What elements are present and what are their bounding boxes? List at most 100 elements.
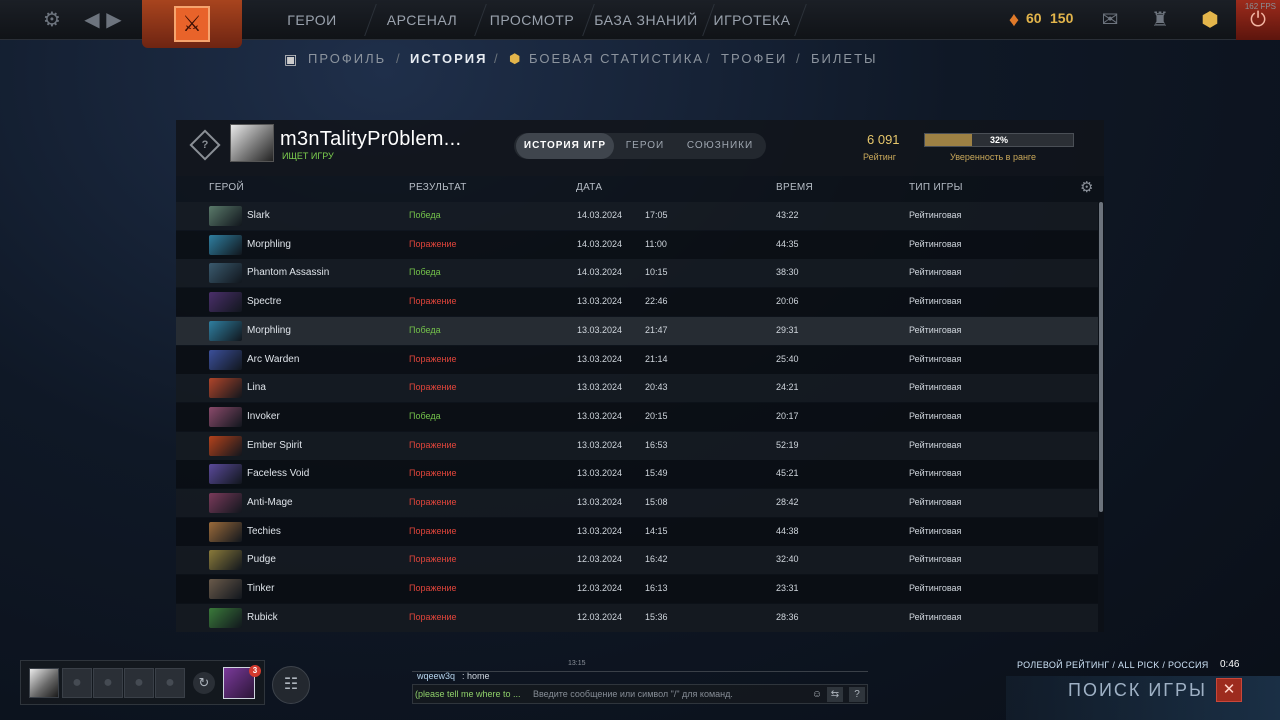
subnav-trophies[interactable]: ТРОФЕИ: [721, 50, 787, 68]
column-hero[interactable]: ГЕРОЙ: [209, 182, 244, 193]
match-duration: 38:30: [776, 267, 799, 278]
chat-username[interactable]: wqeew3q: [417, 671, 455, 681]
table-row[interactable]: Morphling Победа 13.03.2024 21:47 29:31 Рейти…: [176, 316, 1098, 345]
column-game-type[interactable]: ТИП ИГРЫ: [909, 182, 963, 193]
subnav-separator: /: [494, 51, 498, 66]
back-arrow-icon[interactable]: ◀: [80, 8, 104, 32]
match-type: Рейтинговая: [909, 210, 962, 220]
hero-portrait-icon: [209, 378, 242, 399]
match-result: Победа: [409, 324, 441, 335]
party-slot-self[interactable]: [29, 668, 59, 698]
scrollbar[interactable]: [1099, 202, 1103, 512]
hero-name: Pudge: [247, 554, 276, 566]
tab-allies[interactable]: СОЮЗНИКИ: [676, 133, 764, 159]
chat-help-button[interactable]: ?: [849, 687, 865, 702]
column-result[interactable]: РЕЗУЛЬТАТ: [409, 182, 467, 193]
dota-plus-shard-icon: ♦: [1008, 9, 1020, 31]
match-result: Поражение: [409, 554, 457, 565]
tab-heroes[interactable]: ГЕРОИ: [616, 133, 674, 159]
person-icon: ●: [165, 674, 175, 691]
match-date: 14.03.2024: [577, 267, 623, 278]
nav-heroes[interactable]: ГЕРОИ: [262, 0, 362, 40]
match-type: Рейтинговая: [909, 324, 962, 335]
cancel-search-button[interactable]: ✕: [1216, 678, 1242, 702]
confidence-label: Уверенность в ранге: [950, 152, 1037, 162]
notification-badge: 3: [249, 665, 261, 677]
match-start-time: 16:53: [645, 439, 668, 450]
match-result: Поражение: [409, 468, 457, 479]
match-duration: 45:21: [776, 468, 799, 479]
match-date: 13.03.2024: [577, 324, 623, 335]
hero-portrait-icon: [209, 550, 242, 571]
match-duration: 28:42: [776, 497, 799, 507]
table-row[interactable]: Techies Поражение 13.03.2024 14:15 44:38 Рейт…: [176, 517, 1098, 546]
party-bar: ● ● ● ● ↻ 3: [20, 660, 265, 705]
top-bar: ⚙ ◀ ▶ ⚔ ГЕРОИ АРСЕНАЛ ПРОСМОТР БАЗА ЗНАН…: [0, 0, 1280, 48]
party-slot-empty[interactable]: ●: [124, 668, 154, 698]
hero-portrait-icon: [209, 406, 242, 427]
emoji-icon[interactable]: ☺: [809, 687, 825, 702]
party-slot-empty[interactable]: ●: [93, 668, 123, 698]
match-result: Победа: [409, 410, 441, 421]
dota-plus-small-icon: ⬢: [509, 51, 521, 66]
table-row[interactable]: Tinker Поражение 12.03.2024 16:13 23:31 Рейти…: [176, 575, 1098, 604]
table-settings-gear-icon[interactable]: ⚙: [1080, 178, 1093, 196]
dota-plus-icon[interactable]: ⬢: [1198, 8, 1222, 32]
chat-channel-prefix[interactable]: (please tell me where to ...: [415, 689, 521, 699]
party-slot-empty[interactable]: ●: [155, 668, 185, 698]
avatar[interactable]: [230, 124, 274, 162]
subnav-profile[interactable]: ПРОФИЛЬ: [308, 50, 386, 68]
hero-portrait-icon: [209, 607, 242, 628]
armory-icon[interactable]: ♜: [1148, 8, 1172, 32]
column-duration[interactable]: ВРЕМЯ: [776, 182, 813, 193]
dota-logo-button[interactable]: ⚔: [142, 0, 242, 48]
friends-button[interactable]: ☷: [272, 666, 310, 704]
table-row[interactable]: Faceless Void Поражение 13.03.2024 15:49 45:…: [176, 460, 1098, 489]
mail-icon[interactable]: ✉: [1098, 8, 1122, 32]
gear-icon[interactable]: ⚙: [40, 8, 64, 32]
match-start-time: 16:42: [645, 554, 668, 565]
match-result: Поражение: [409, 525, 457, 536]
table-row[interactable]: Phantom Assassin Победа 14.03.2024 10:15 38:…: [176, 259, 1098, 288]
match-date: 13.03.2024: [577, 468, 623, 479]
hero-portrait-icon: [209, 521, 242, 542]
nav-arcade[interactable]: ИГРОТЕКА: [710, 0, 794, 40]
table-row[interactable]: Rubick Поражение 12.03.2024 15:36 28:36 Рейти…: [176, 603, 1098, 632]
matchmaking-mode: РОЛЕВОЙ РЕЙТИНГ / ALL PICK / РОССИЯ: [1017, 660, 1209, 670]
table-row[interactable]: Morphling Поражение 14.03.2024 11:00 44:35 Ре…: [176, 230, 1098, 259]
column-date[interactable]: ДАТА: [576, 182, 602, 193]
hero-portrait-icon: [209, 320, 242, 341]
find-match-label: ПОИСК ИГРЫ: [1068, 680, 1207, 700]
subnav-tickets[interactable]: БИЛЕТЫ: [811, 50, 878, 68]
hero-name: Rubick: [247, 611, 278, 623]
matchmaking-timer: 0:46: [1220, 659, 1240, 670]
match-duration: 52:19: [776, 439, 799, 450]
match-date: 13.03.2024: [577, 382, 623, 393]
match-type: Рейтинговая: [909, 267, 962, 278]
party-slot-empty[interactable]: ●: [62, 668, 92, 698]
table-row[interactable]: Ember Spirit Поражение 13.03.2024 16:53 52:1…: [176, 431, 1098, 460]
match-date: 12.03.2024: [577, 554, 623, 565]
table-row[interactable]: Lina Поражение 13.03.2024 20:43 24:21 Рейтинг…: [176, 374, 1098, 403]
match-date: 14.03.2024: [577, 238, 623, 249]
table-row[interactable]: Arc Warden Поражение 13.03.2024 21:14 25:40 Р…: [176, 345, 1098, 374]
cycle-icon[interactable]: ↻: [193, 672, 215, 694]
table-row[interactable]: Pudge Поражение 12.03.2024 16:42 32:40 Рейтин…: [176, 546, 1098, 575]
subnav-history[interactable]: ИСТОРИЯ: [410, 50, 488, 68]
match-type: Рейтинговая: [909, 554, 962, 565]
forward-arrow-icon[interactable]: ▶: [102, 8, 126, 32]
match-result: Победа: [409, 267, 441, 278]
table-row[interactable]: Slark Победа 14.03.2024 17:05 43:22 Рейтингов…: [176, 202, 1098, 230]
nav-knowledge-base[interactable]: БАЗА ЗНАНИЙ: [590, 0, 702, 40]
match-duration: 44:35: [776, 238, 799, 249]
chat-options-icon[interactable]: ⇆: [827, 687, 843, 702]
tab-match-history[interactable]: ИСТОРИЯ ИГР: [516, 133, 614, 159]
chat-input[interactable]: (please tell me where to ... Введите соо…: [412, 684, 868, 704]
nav-arsenal[interactable]: АРСЕНАЛ: [372, 0, 472, 40]
nav-watch[interactable]: ПРОСМОТР: [482, 0, 582, 40]
table-row[interactable]: Anti-Mage Поражение 13.03.2024 15:08 28:42 Ре…: [176, 489, 1098, 517]
table-row[interactable]: Invoker Победа 13.03.2024 20:15 20:17 Рейтинг…: [176, 402, 1098, 431]
table-row[interactable]: Spectre Поражение 13.03.2024 22:46 20:06 Рейт…: [176, 288, 1098, 317]
match-date: 12.03.2024: [577, 611, 623, 622]
subnav-battle-stats[interactable]: БОЕВАЯ СТАТИСТИКА: [529, 50, 704, 68]
